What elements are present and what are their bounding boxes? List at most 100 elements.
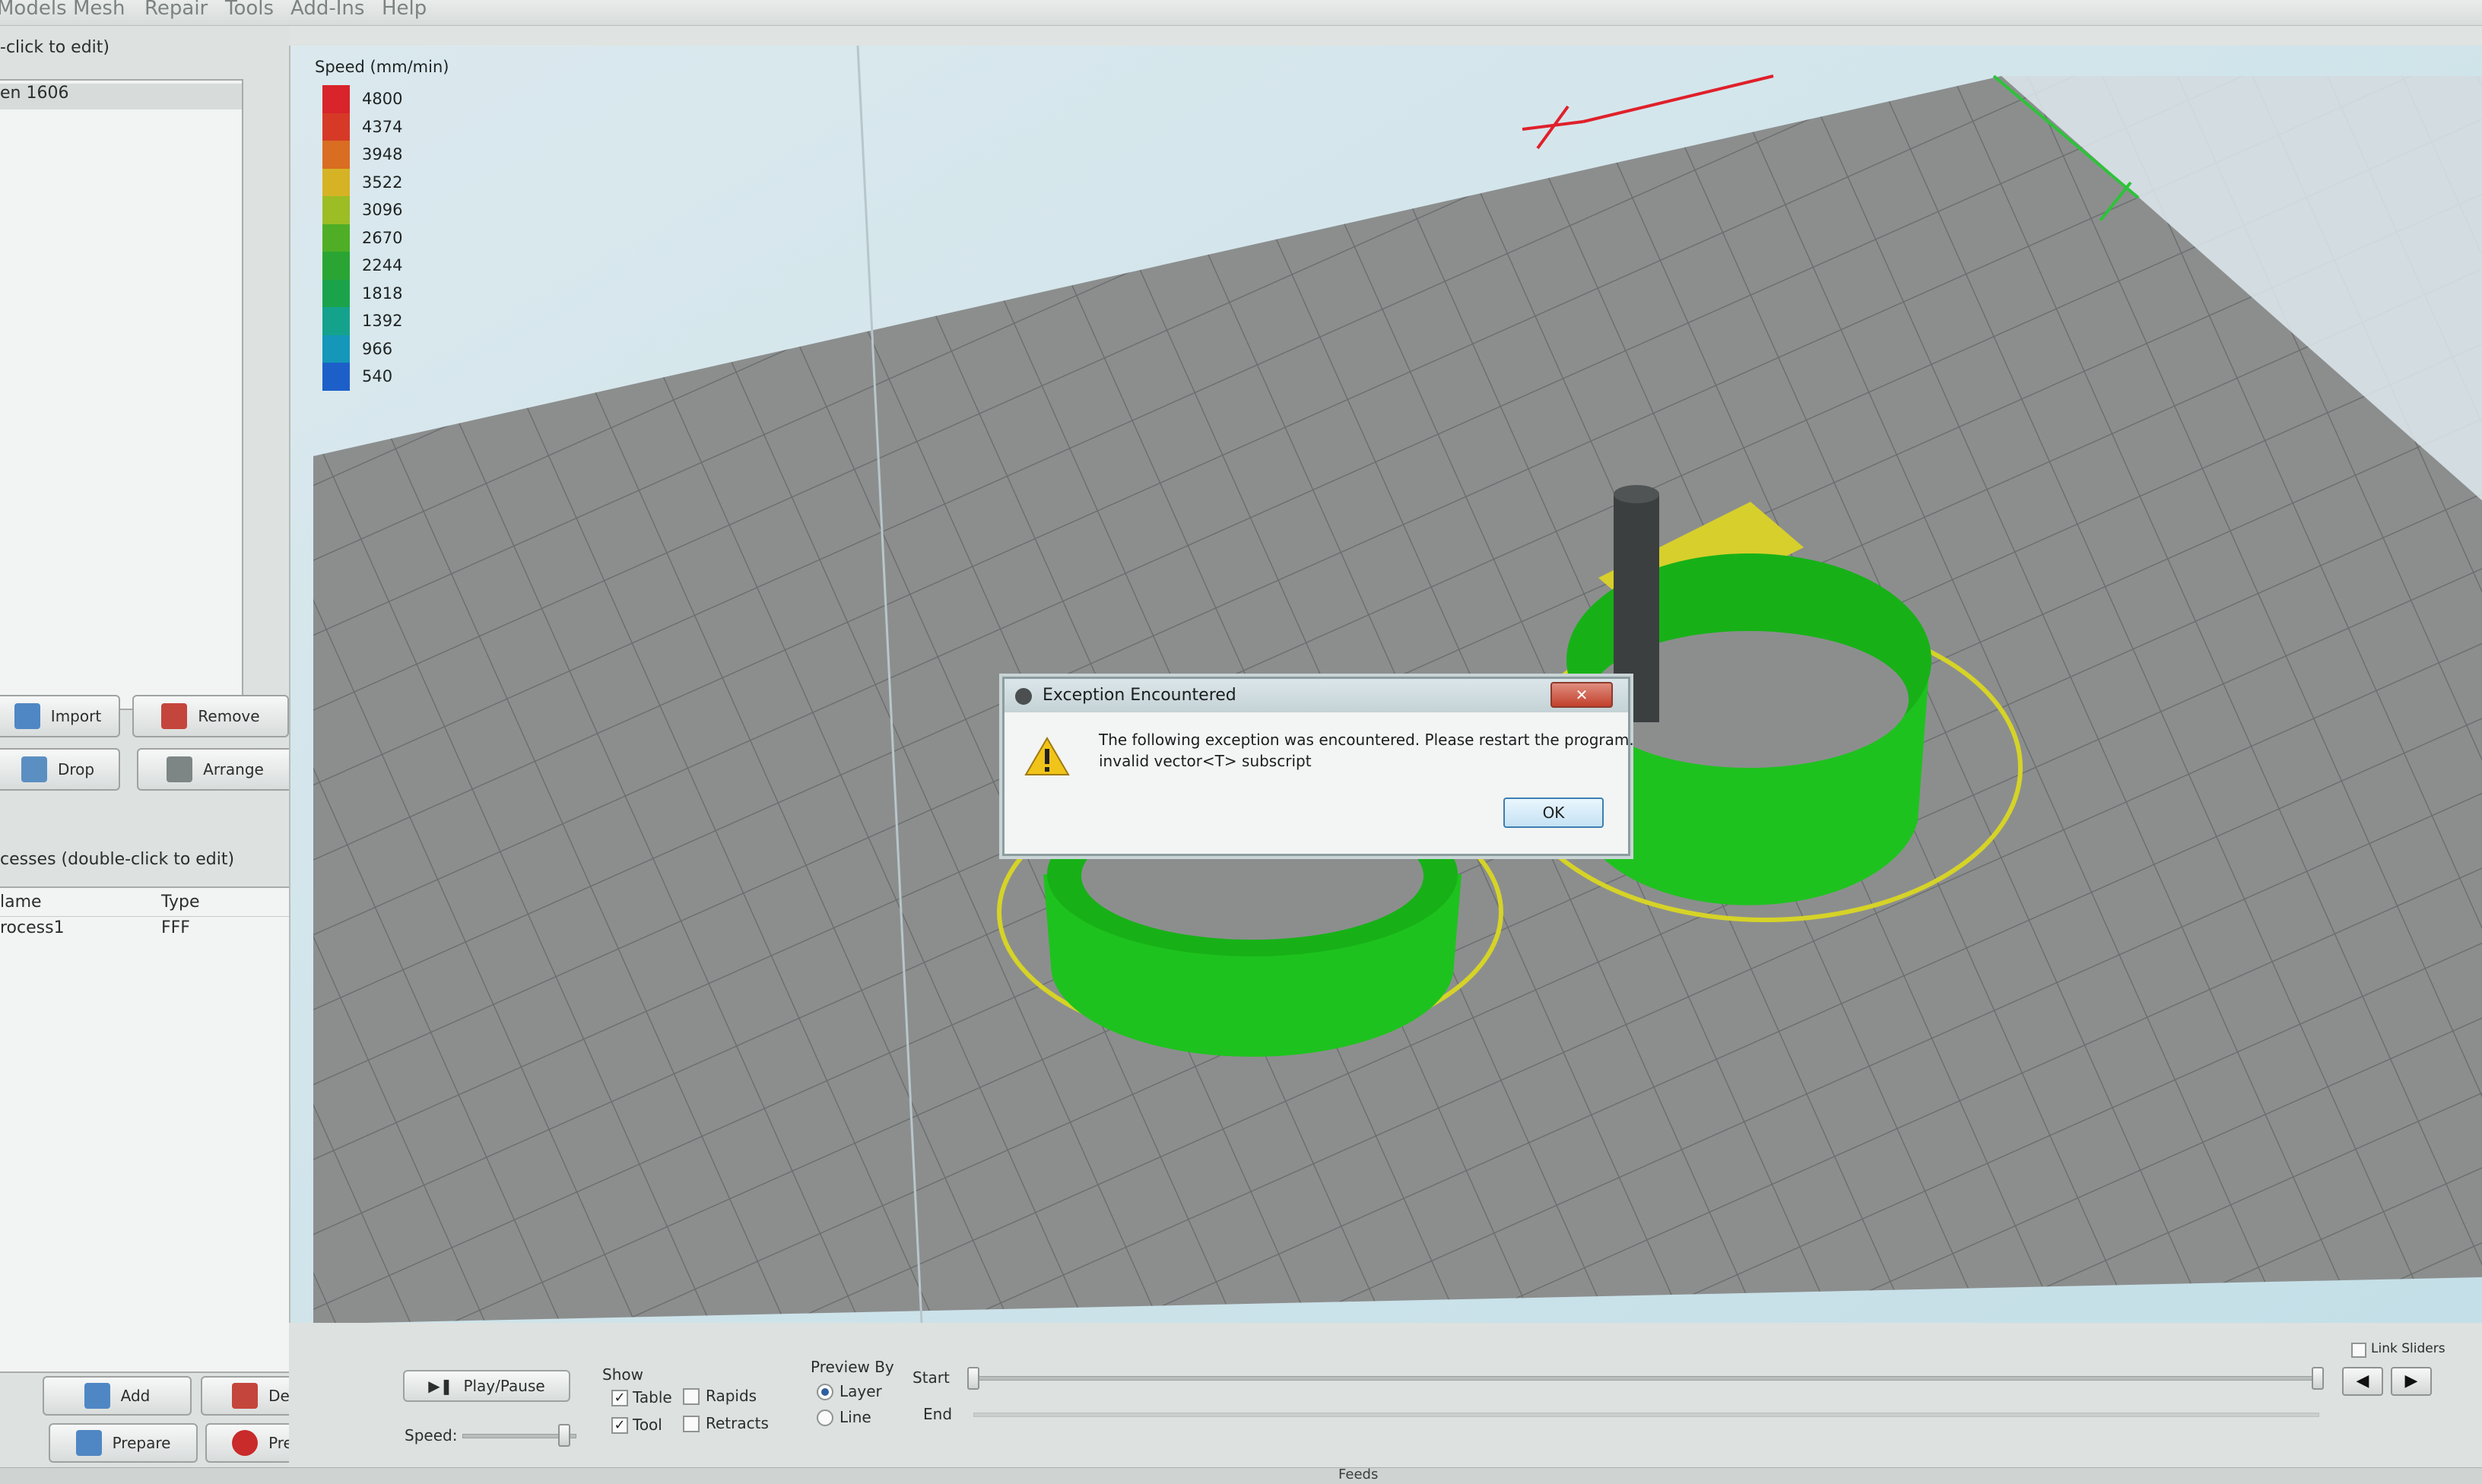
preview-by-line-label: Line [840,1408,871,1426]
legend-value: 966 [362,339,393,358]
arrange-button[interactable]: Arrange [137,748,294,791]
preview-by-line-radio[interactable] [817,1409,833,1426]
models-header: -click to edit) [0,38,110,57]
preview-by-layer-label: Layer [840,1382,882,1400]
legend-swatch [322,307,350,335]
legend-value: 3096 [362,201,403,219]
start-slider-thumb[interactable] [967,1367,979,1390]
model-list-item[interactable]: en 1606 [0,84,242,109]
dialog-titlebar[interactable]: Exception Encountered ✕ [1005,679,1628,712]
speed-legend: Speed (mm/min) 4800 4374 3948 3522 3096 … [307,58,474,391]
legend-swatch [322,113,350,141]
dialog-message: The following exception was encountered.… [1099,729,1634,772]
tool-nozzle-top [1614,485,1659,503]
dialog-title: Exception Encountered [1043,686,1236,705]
legend-swatch [322,141,350,169]
legend-title: Speed (mm/min) [315,58,449,76]
menu-repair[interactable]: Repair [144,0,208,20]
play-pause-icon: ▶❚ [428,1377,453,1395]
play-pause-label: Play/Pause [463,1377,545,1395]
link-sliders-checkbox[interactable] [2351,1343,2366,1358]
show-rapids-label: Rapids [706,1387,757,1405]
legend-entry: 4374 [307,113,474,141]
column-name[interactable]: lame [0,893,42,912]
legend-value: 4374 [362,117,403,136]
start-slider-track[interactable] [973,1376,2319,1381]
preview-by-layer-radio[interactable] [817,1384,833,1400]
ok-button[interactable]: OK [1503,797,1604,828]
show-retracts-label: Retracts [706,1414,769,1432]
add-label: Add [120,1387,151,1405]
legend-swatch [322,224,350,252]
import-label: Import [50,707,102,725]
delete-icon [232,1383,259,1409]
menu-tools[interactable]: Tools [225,0,274,20]
dialog-message-line1: The following exception was encountered.… [1099,731,1634,749]
legend-value: 2670 [362,228,403,247]
show-tool-label: Tool [633,1416,662,1434]
legend-value: 1818 [362,284,403,303]
process-type: FFF [161,918,190,937]
stop-icon [232,1430,259,1456]
prepare-button[interactable]: Prepare [49,1423,198,1463]
menu-models[interactable]: Models [0,0,67,20]
import-icon [14,703,40,729]
show-rapids-checkbox[interactable] [683,1388,700,1405]
previous-layer-button[interactable]: ◀ [2342,1367,2383,1396]
legend-swatch [322,252,350,280]
legend-entry: 966 [307,335,474,363]
menu-bar: Models Mesh Repair Tools Add-Ins Help [0,0,2482,26]
models-list[interactable]: en 1606 [0,79,243,710]
preview-controls: ▶❚ Play/Pause Speed: Show ✓ Table Rapids… [289,1323,2482,1484]
process-name: rocess1 [0,918,65,937]
start-slider-end-thumb[interactable] [2312,1367,2324,1390]
show-table-label: Table [633,1388,672,1406]
show-tool-checkbox[interactable]: ✓ [611,1417,628,1434]
end-slider-track[interactable] [973,1413,2319,1417]
column-type[interactable]: Type [161,893,200,912]
menu-mesh[interactable]: Mesh [73,0,125,20]
legend-value: 540 [362,367,393,385]
remove-button[interactable]: Remove [132,695,289,737]
link-sliders-label: Link Sliders [2371,1341,2446,1356]
processes-header: cesses (double-click to edit) [0,850,235,869]
legend-entry: 2670 [307,224,474,252]
drop-label: Drop [57,760,95,778]
drop-button[interactable]: Drop [0,748,120,791]
next-layer-button[interactable]: ▶ [2391,1367,2432,1396]
speed-slider-thumb[interactable] [558,1424,570,1447]
legend-entry: 1392 [307,307,474,335]
show-retracts-checkbox[interactable] [683,1416,700,1432]
prepare-label: Prepare [112,1434,171,1452]
legend-entry: 3096 [307,196,474,224]
import-button[interactable]: Import [0,695,120,737]
legend-entry: 3948 [307,141,474,169]
legend-entry: 3522 [307,168,474,196]
play-pause-button[interactable]: ▶❚ Play/Pause [403,1370,570,1402]
preview-by-label: Preview By [811,1358,894,1376]
legend-entry: 2244 [307,252,474,280]
start-label: Start [912,1368,950,1387]
app-icon [1015,688,1032,705]
legend-swatch [322,85,350,113]
legend-value: 3522 [362,173,403,192]
menu-help[interactable]: Help [382,0,427,20]
warning-icon [1024,737,1070,775]
show-table-checkbox[interactable]: ✓ [611,1390,628,1406]
dialog-message-line2: invalid vector<T> subscript [1099,752,1312,770]
legend-swatch [322,335,350,363]
menu-add-ins[interactable]: Add-Ins [290,0,364,20]
legend-rows: 4800 4374 3948 3522 3096 2670 2244 1818 … [307,85,474,391]
add-icon [84,1383,110,1409]
simplify3d-window: Models Mesh Repair Tools Add-Ins Help -c… [0,0,2482,1484]
speed-label: Speed: [405,1426,458,1444]
status-text: Feeds [1338,1467,1379,1482]
dialog-close-button[interactable]: ✕ [1550,682,1613,708]
legend-entry: 1818 [307,279,474,307]
add-process-button[interactable]: Add [43,1376,192,1416]
legend-entry: 540 [307,363,474,391]
arrange-label: Arrange [203,760,264,778]
legend-value: 1392 [362,312,403,330]
legend-entry: 4800 [307,85,474,113]
remove-label: Remove [198,707,260,725]
